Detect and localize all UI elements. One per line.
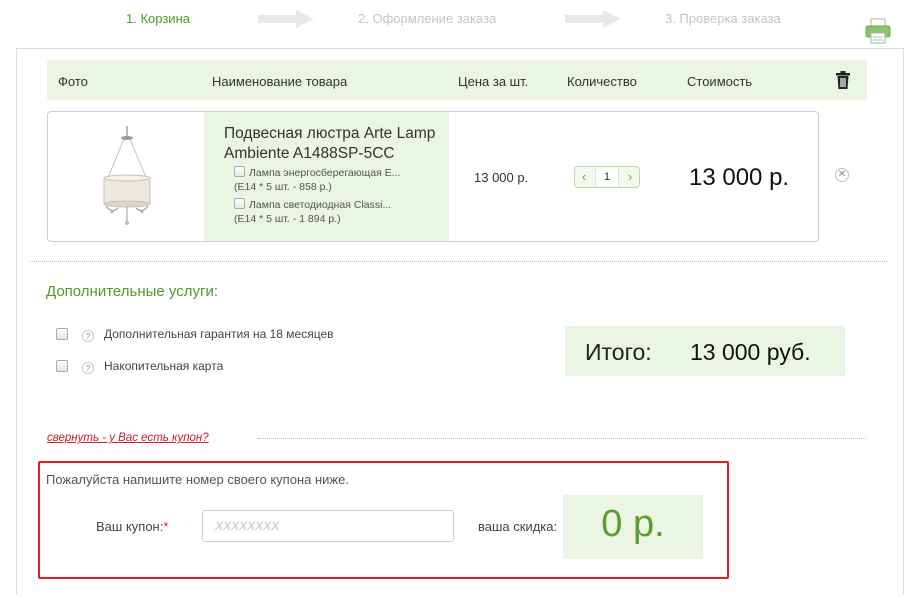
coupon-input[interactable]: [202, 510, 454, 542]
product-option: Лампа энергосберегающая Е... (E14 * 5 шт…: [234, 166, 400, 194]
step-arrow-icon: [258, 10, 314, 28]
coupon-instruction: Пожалуйста напишите номер своего купона …: [46, 472, 349, 487]
item-cost: 13 000 р.: [689, 164, 790, 191]
order-total: Итого: 13 000 руб.: [565, 326, 845, 376]
discount-box: 0 р.: [563, 495, 703, 559]
total-value: 13 000 руб.: [690, 339, 811, 365]
product-option: Лампа светодиодная Classi... (E14 * 5 шт…: [234, 198, 391, 226]
help-icon[interactable]: ?: [82, 330, 94, 342]
unit-price: 13 000 р.: [474, 170, 529, 185]
option-checkbox[interactable]: [234, 198, 245, 209]
service-item: ? Накопительная карта: [56, 359, 223, 374]
service-label: Дополнительная гарантия на 18 месяцев: [104, 327, 334, 341]
product-name[interactable]: Подвесная люстра Arte Lamp Ambiente A148…: [224, 124, 449, 164]
option-detail: (E14 * 5 шт. - 1 894 р.): [234, 213, 341, 225]
cart-table-header: Фото Наименование товара Цена за шт. Кол…: [47, 60, 867, 100]
discount-label: ваша скидка:: [478, 519, 558, 534]
divider: [30, 261, 887, 262]
total-label: Итого:: [585, 339, 652, 365]
quantity-stepper: ‹ 1 ›: [574, 166, 640, 188]
step-cart[interactable]: 1. Корзина: [126, 11, 190, 26]
required-mark: *: [163, 519, 169, 534]
step-checkout: 2. Оформление заказа: [358, 11, 497, 26]
chevron-right-icon[interactable]: ›: [621, 167, 639, 187]
step-arrow-icon: [565, 10, 621, 28]
header-unit-price: Цена за шт.: [458, 74, 529, 89]
product-image[interactable]: [92, 122, 162, 232]
coupon-toggle-link[interactable]: свернуть - у Вас есть купон?: [47, 432, 209, 444]
option-label: Лампа светодиодная Classi...: [249, 199, 392, 211]
product-name-area: Подвесная люстра Arte Lamp Ambiente A148…: [204, 112, 449, 241]
header-photo: Фото: [58, 74, 88, 89]
service-item: ? Дополнительная гарантия на 18 месяцев: [56, 327, 334, 342]
printer-icon[interactable]: [864, 18, 892, 44]
header-name: Наименование товара: [212, 74, 348, 89]
option-detail: (E14 * 5 шт. - 858 р.): [234, 181, 332, 193]
service-checkbox[interactable]: [56, 328, 68, 340]
step-review: 3. Проверка заказа: [665, 11, 781, 26]
discount-value: 0 р.: [601, 503, 665, 545]
services-title: Дополнительные услуги:: [46, 283, 219, 300]
coupon-section: Пожалуйста напишите номер своего купона …: [38, 461, 729, 579]
checkout-steps: 1. Корзина 2. Оформление заказа 3. Прове…: [0, 0, 921, 40]
service-label: Накопительная карта: [104, 359, 224, 373]
help-icon[interactable]: ?: [82, 362, 94, 374]
option-checkbox[interactable]: [234, 166, 245, 177]
coupon-label: Ваш купон:*: [96, 519, 168, 534]
trash-icon[interactable]: [835, 71, 851, 89]
service-checkbox[interactable]: [56, 360, 68, 372]
header-quantity: Количество: [567, 74, 637, 89]
option-label: Лампа энергосберегающая Е...: [249, 167, 401, 179]
header-cost: Стоимость: [687, 74, 753, 89]
close-icon[interactable]: ✕: [835, 168, 849, 182]
divider: [258, 438, 866, 439]
chevron-left-icon[interactable]: ‹: [575, 167, 593, 187]
cart-item-row: Подвесная люстра Arte Lamp Ambiente A148…: [47, 111, 819, 242]
quantity-input[interactable]: 1: [595, 168, 619, 186]
coupon-label-text: Ваш купон:: [96, 519, 164, 534]
